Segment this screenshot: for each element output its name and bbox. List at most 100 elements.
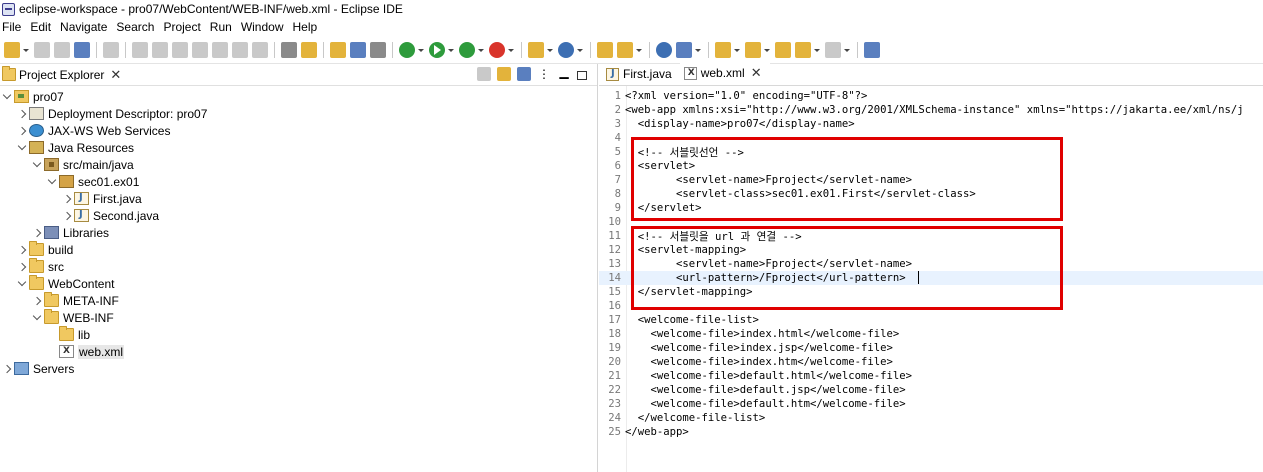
last-edit-location-icon[interactable] (775, 41, 791, 58)
open-task-icon[interactable] (350, 41, 366, 58)
expand-toggle-icon[interactable] (62, 211, 72, 221)
open-console-icon[interactable] (74, 41, 90, 58)
tree-item-web-xml[interactable]: web.xml (59, 343, 125, 360)
tree-item-src[interactable]: src (17, 258, 64, 275)
tree-item-first-java[interactable]: First.java (62, 190, 142, 207)
expand-toggle-icon[interactable] (17, 109, 27, 119)
toolbar-separator (125, 41, 126, 58)
tree-item-src-main-java[interactable]: src/main/java (32, 156, 134, 173)
new-dropdown-icon[interactable] (22, 42, 29, 58)
tree-item-libraries[interactable]: Libraries (32, 224, 109, 241)
next-annotation-dropdown-icon[interactable] (733, 42, 740, 58)
expand-toggle-icon[interactable] (47, 177, 57, 187)
debug-icon[interactable] (399, 41, 415, 58)
toggle-ant-editor-icon[interactable] (301, 41, 317, 58)
expand-toggle-icon[interactable] (17, 262, 27, 272)
tree-item-lib[interactable]: lib (59, 326, 90, 343)
close-icon[interactable]: ✕ (751, 65, 762, 81)
step-over-icon[interactable] (232, 41, 248, 58)
tree-item-sec01-ex01[interactable]: sec01.ex01 (47, 173, 139, 190)
tree-item-servers[interactable]: Servers (2, 360, 74, 377)
run-icon[interactable] (429, 41, 445, 58)
maximize-icon[interactable] (577, 70, 587, 80)
back-dropdown-icon[interactable] (813, 42, 820, 58)
tree-item-java-resources[interactable]: Java Resources (17, 139, 134, 156)
step-into-icon[interactable] (212, 41, 228, 58)
external-tools-dropdown-icon[interactable] (507, 42, 514, 58)
previous-annotation-icon[interactable] (745, 41, 761, 58)
suspend-icon[interactable] (152, 41, 168, 58)
search-dropdown-icon[interactable] (635, 42, 642, 58)
run-dropdown-icon[interactable] (447, 42, 454, 58)
open-type-icon[interactable] (330, 41, 346, 58)
new-server-icon[interactable] (558, 41, 574, 58)
forward-icon[interactable] (825, 41, 841, 58)
disconnect-icon[interactable] (192, 41, 208, 58)
menu-project[interactable]: Project (160, 20, 206, 34)
expand-toggle-icon[interactable] (32, 313, 42, 323)
toggle-block-selection-icon[interactable] (281, 41, 297, 58)
previous-annotation-dropdown-icon[interactable] (763, 42, 770, 58)
coverage-icon[interactable] (459, 41, 475, 58)
resume-icon[interactable] (132, 41, 148, 58)
terminate-icon[interactable] (172, 41, 188, 58)
code-line: 16 (599, 299, 1263, 313)
folder-icon (29, 241, 44, 256)
tree-item-jax-ws[interactable]: JAX-WS Web Services (17, 122, 170, 139)
tab-web-xml[interactable]: web.xml ✕ (679, 63, 770, 85)
menu-help[interactable]: Help (290, 20, 324, 34)
search-icon[interactable] (617, 41, 633, 58)
expand-toggle-icon[interactable] (32, 296, 42, 306)
run-external-tools-icon[interactable] (489, 41, 505, 58)
save-icon[interactable] (34, 41, 50, 58)
tree-item-deployment-descriptor[interactable]: Deployment Descriptor: pro07 (17, 105, 207, 122)
new-java-project-dropdown-icon[interactable] (546, 42, 553, 58)
menu-edit[interactable]: Edit (27, 20, 57, 34)
debug-dropdown-icon[interactable] (417, 42, 424, 58)
expand-toggle-icon[interactable] (17, 143, 27, 153)
open-web-browser-icon[interactable] (656, 41, 672, 58)
expand-toggle-icon[interactable] (2, 364, 12, 374)
tree-item-webcontent[interactable]: WebContent (17, 275, 115, 292)
minimize-icon[interactable]: ▁ (557, 66, 571, 81)
new-icon[interactable] (4, 41, 20, 58)
close-icon[interactable]: ✕ (110, 67, 121, 83)
tab-first-java[interactable]: First.java (602, 63, 680, 85)
menu-window[interactable]: Window (238, 20, 290, 34)
show-whitespace-icon[interactable] (370, 41, 386, 58)
expand-toggle-icon[interactable] (2, 92, 12, 102)
menu-search[interactable]: Search (113, 20, 160, 34)
expand-toggle-icon[interactable] (62, 194, 72, 204)
expand-toggle-icon[interactable] (17, 126, 27, 136)
coverage-dropdown-icon[interactable] (477, 42, 484, 58)
expand-toggle-icon[interactable] (17, 279, 27, 289)
open-type-hierarchy-icon[interactable] (597, 41, 613, 58)
step-return-icon[interactable] (252, 41, 268, 58)
save-all-icon[interactable] (54, 41, 70, 58)
annotation-icon[interactable] (676, 41, 692, 58)
new-java-project-icon[interactable] (528, 41, 544, 58)
new-server-dropdown-icon[interactable] (576, 42, 583, 58)
tree-item-build[interactable]: build (17, 241, 73, 258)
menu-run[interactable]: Run (207, 20, 238, 34)
view-menu-icon[interactable]: ⋮ (537, 67, 551, 81)
next-annotation-icon[interactable] (715, 41, 731, 58)
forward-dropdown-icon[interactable] (843, 42, 850, 58)
filter-icon[interactable] (517, 67, 531, 81)
tab-project-explorer[interactable]: Project Explorer ✕ (0, 64, 125, 86)
menu-navigate[interactable]: Navigate (57, 20, 113, 34)
link-with-editor-icon[interactable] (497, 67, 511, 81)
skip-breakpoints-icon[interactable] (103, 41, 119, 58)
tree-item-second-java[interactable]: Second.java (62, 207, 159, 224)
open-perspective-icon[interactable] (864, 41, 880, 58)
expand-toggle-icon[interactable] (32, 228, 42, 238)
collapse-all-icon[interactable] (477, 67, 491, 81)
expand-toggle-icon[interactable] (17, 245, 27, 255)
back-icon[interactable] (795, 41, 811, 58)
expand-toggle-icon[interactable] (32, 160, 42, 170)
tree-item-pro07[interactable]: pro07 (2, 88, 64, 105)
annotation-dropdown-icon[interactable] (694, 42, 701, 58)
tree-item-web-inf[interactable]: WEB-INF (32, 309, 114, 326)
tree-item-meta-inf[interactable]: META-INF (32, 292, 119, 309)
menu-file[interactable]: File (0, 20, 27, 34)
